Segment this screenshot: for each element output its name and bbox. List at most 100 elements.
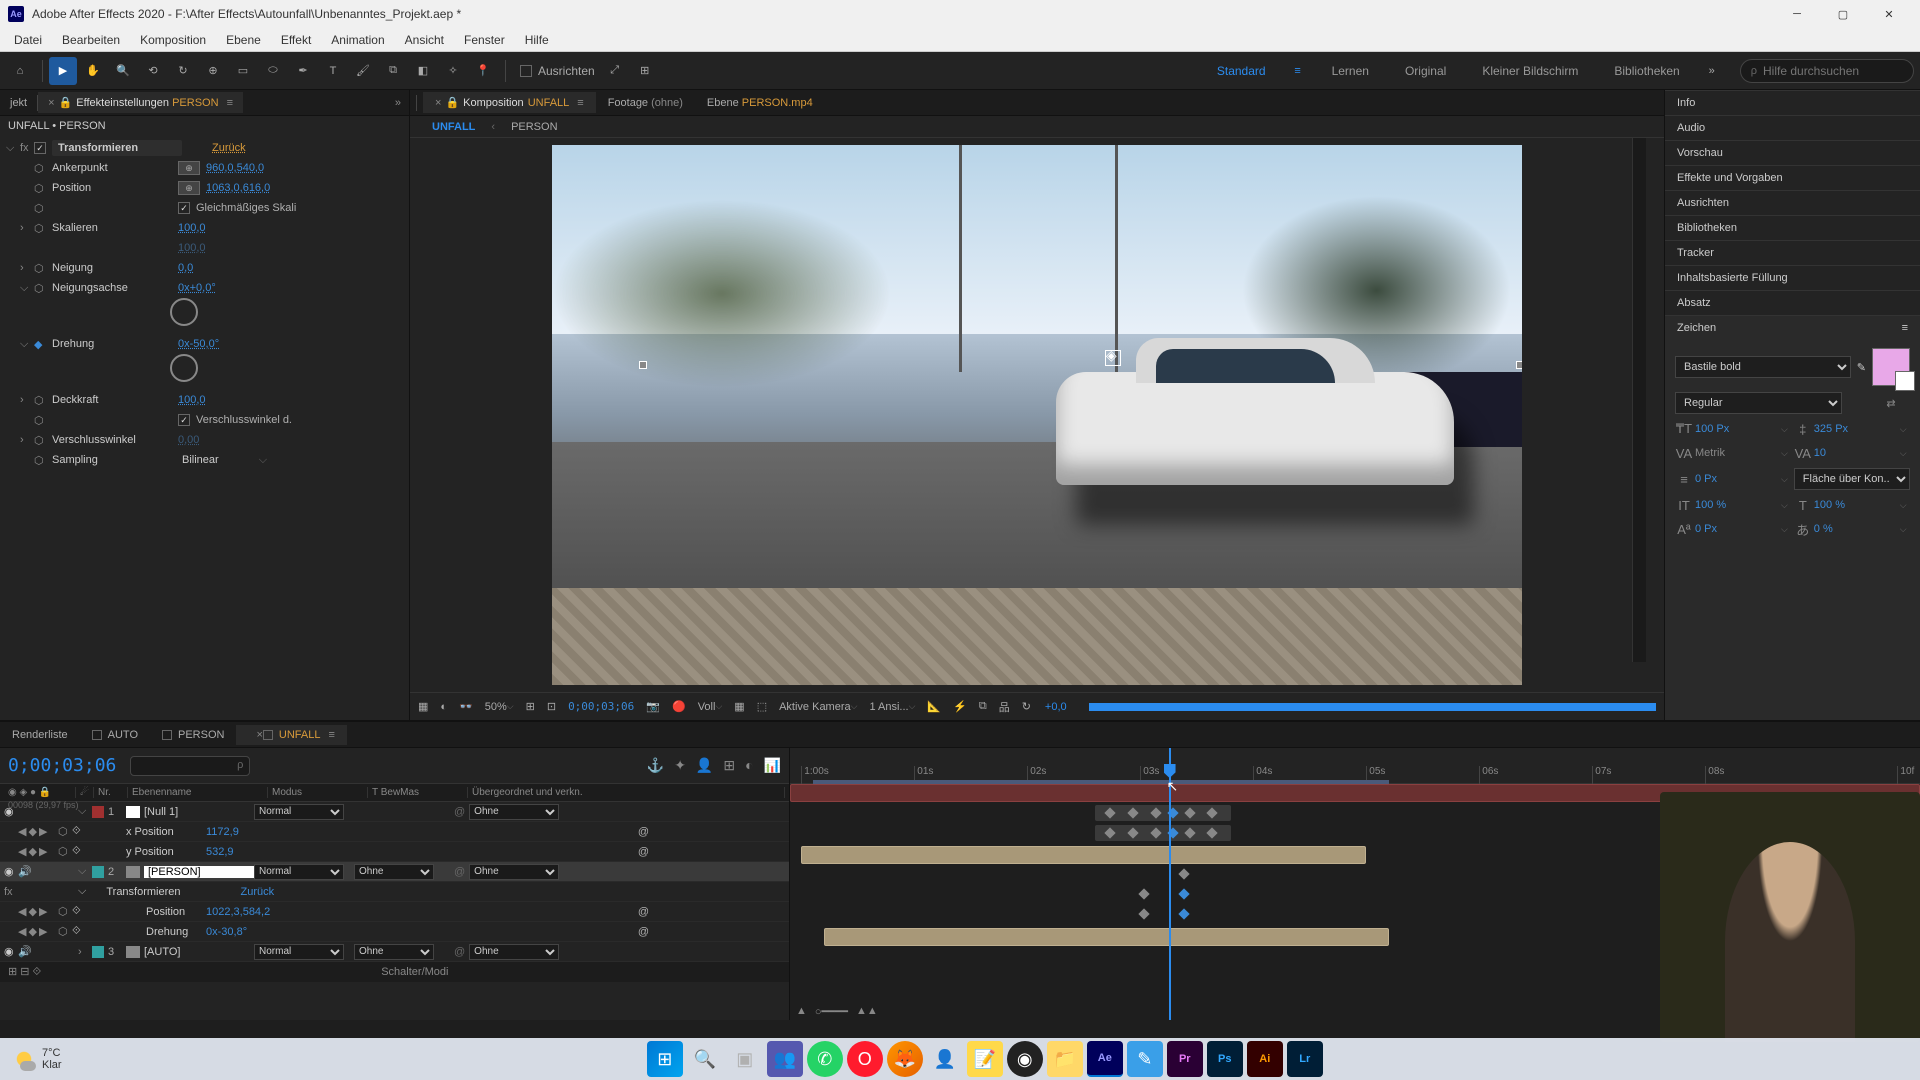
taskbar-search-icon[interactable]: 🔍 xyxy=(687,1041,723,1077)
anchor-point-marker[interactable] xyxy=(1105,350,1121,366)
tsume[interactable]: あ0 %⌵ xyxy=(1794,520,1907,538)
layer1-xpos[interactable]: ◀◆▶ ⬡⟐ x Position 1172,9 @ xyxy=(0,822,789,842)
prop-shutter-use[interactable]: ⬡ Verschlusswinkel d. xyxy=(0,410,409,430)
layer2-transform-group[interactable]: fx ⌵ Transformieren Zurück xyxy=(0,882,789,902)
prop-skew[interactable]: ›⬡ Neigung 0,0 xyxy=(0,258,409,278)
vertical-scale[interactable]: IT100 %⌵ xyxy=(1675,496,1788,514)
workspace-original[interactable]: Original xyxy=(1387,64,1464,78)
tab-unfall[interactable]: ×UNFALL≡ xyxy=(236,725,346,745)
panel-content-fill[interactable]: Inhaltsbasierte Füllung xyxy=(1665,265,1920,290)
fill-color-swatch[interactable] xyxy=(1872,348,1910,386)
prop-shutter[interactable]: ›⬡ Verschlusswinkel 0,00 xyxy=(0,430,409,450)
start-button[interactable]: ⊞ xyxy=(647,1041,683,1077)
toggle-switches-icon[interactable]: ⊞ ⊟ ⟐ xyxy=(8,965,41,979)
menu-animation[interactable]: Animation xyxy=(321,29,394,51)
prop-scale[interactable]: ›⬡ Skalieren 100,0 xyxy=(0,218,409,238)
layer-bar-2[interactable] xyxy=(801,846,1366,864)
alpha-icon[interactable]: ▦ xyxy=(418,700,428,713)
photoshop-icon[interactable]: Ps xyxy=(1207,1041,1243,1077)
keyframe-transform-marker[interactable] xyxy=(1178,868,1189,879)
snap-options-icon[interactable]: ⤢ xyxy=(601,57,629,85)
menu-window[interactable]: Fenster xyxy=(454,29,515,51)
transparency-icon[interactable]: ▦ xyxy=(734,700,744,713)
layer2-rotation[interactable]: ◀◆▶ ⬡⟐ Drehung 0x-30,8° @ xyxy=(0,922,789,942)
prop-skew-axis[interactable]: ⌵⬡ Neigungsachse 0x+0,0° xyxy=(0,278,409,298)
flowchart-icon[interactable]: 品 xyxy=(999,699,1010,715)
tracking[interactable]: VA10⌵ xyxy=(1794,444,1907,462)
font-size[interactable]: ₸T100 Px⌵ xyxy=(1675,420,1788,438)
menu-help[interactable]: Hilfe xyxy=(515,29,559,51)
type-tool-icon[interactable]: T xyxy=(319,57,347,85)
snap-edges-icon[interactable]: ⊞ xyxy=(631,57,659,85)
panel-character[interactable]: Zeichen≡ xyxy=(1665,315,1920,340)
expr-pickwhip-icon[interactable]: @ xyxy=(638,826,649,838)
draft3d-icon[interactable]: ✦ xyxy=(674,757,686,774)
orbit-tool-icon[interactable]: ⟲ xyxy=(139,57,167,85)
clone-tool-icon[interactable]: ⧉ xyxy=(379,57,407,85)
task-view-icon[interactable]: ▣ xyxy=(727,1041,763,1077)
layer-1[interactable]: ◉ ⌵ 1 [Null 1] Normal @Ohne xyxy=(0,802,789,822)
layer1-ypos[interactable]: ◀◆▶ ⬡⟐ y Position 532,9 @ xyxy=(0,842,789,862)
minimize-button[interactable]: ─ xyxy=(1774,0,1820,28)
home-icon[interactable]: ⌂ xyxy=(6,57,34,85)
eyedropper-icon[interactable]: ✎ xyxy=(1857,361,1866,374)
tab-person[interactable]: PERSON xyxy=(150,725,236,745)
tab-layer[interactable]: Ebene PERSON.mp4 xyxy=(695,93,825,113)
prop-anchor[interactable]: ⬡ Ankerpunkt ⊕ 960,0,540,0 xyxy=(0,158,409,178)
composition-viewer[interactable] xyxy=(410,138,1664,692)
swap-colors-icon[interactable]: ⇄ xyxy=(1872,397,1910,410)
app-icon[interactable]: 👤 xyxy=(927,1041,963,1077)
panel-info[interactable]: Info xyxy=(1665,90,1920,115)
selection-tool-icon[interactable]: ▶ xyxy=(49,57,77,85)
lightroom-icon[interactable]: Lr xyxy=(1287,1041,1323,1077)
after-effects-icon[interactable]: Ae xyxy=(1087,1041,1123,1077)
zoom-out-icon[interactable]: ▲ xyxy=(796,1005,807,1018)
workspace-menu-icon[interactable]: ≡ xyxy=(1284,57,1312,85)
tab-renderqueue[interactable]: Renderliste xyxy=(0,725,80,745)
prop-uniform-scale[interactable]: ⬡ Gleichmäßiges Skali xyxy=(0,198,409,218)
help-search[interactable]: ρ xyxy=(1740,59,1914,83)
illustrator-icon[interactable]: Ai xyxy=(1247,1041,1283,1077)
brush-tool-icon[interactable]: 🖌 xyxy=(349,57,377,85)
parent-select-1[interactable]: Ohne xyxy=(469,804,559,820)
tab-footage[interactable]: Footage (ohne) xyxy=(596,93,695,113)
panel-preview[interactable]: Vorschau xyxy=(1665,140,1920,165)
prev-kf-icon[interactable]: ◀ xyxy=(18,825,26,838)
pen-tool-icon[interactable]: ✒ xyxy=(289,57,317,85)
baseline-shift[interactable]: Aª0 Px⌵ xyxy=(1675,520,1788,538)
prop-rotation[interactable]: ⌵◆ Drehung 0x-50,0° xyxy=(0,334,409,354)
workspace-small[interactable]: Kleiner Bildschirm xyxy=(1464,64,1596,78)
explorer-icon[interactable]: 📁 xyxy=(1047,1041,1083,1077)
motion-blur-icon[interactable]: ◐ xyxy=(745,757,753,774)
mode-select-2[interactable]: Normal xyxy=(254,864,344,880)
3d-icon[interactable]: ⬚ xyxy=(757,700,767,713)
zoom-dropdown[interactable]: 50% xyxy=(485,701,514,713)
panel-tracker[interactable]: Tracker xyxy=(1665,240,1920,265)
camera-dropdown[interactable]: Aktive Kamera xyxy=(779,701,857,713)
horizontal-scale[interactable]: T100 %⌵ xyxy=(1794,496,1907,514)
eraser-tool-icon[interactable]: ◧ xyxy=(409,57,437,85)
menu-composition[interactable]: Komposition xyxy=(130,29,216,51)
graph-editor-icon[interactable]: 📊 xyxy=(764,757,781,774)
timeline-icon[interactable]: ⧉ xyxy=(979,700,987,713)
workspace-standard[interactable]: Standard xyxy=(1199,64,1284,78)
roto-tool-icon[interactable]: ✧ xyxy=(439,57,467,85)
font-style-dropdown[interactable]: Regular xyxy=(1675,392,1842,414)
menu-layer[interactable]: Ebene xyxy=(216,29,271,51)
workspace-learn[interactable]: Lernen xyxy=(1314,64,1387,78)
leading[interactable]: ‡325 Px⌵ xyxy=(1794,420,1907,438)
obs-icon[interactable]: ◉ xyxy=(1007,1041,1043,1077)
prop-scale2[interactable]: 100,0 xyxy=(0,238,409,258)
layer-bar-3[interactable] xyxy=(824,928,1389,946)
shy-icon[interactable]: 👤 xyxy=(696,757,713,774)
fast-preview-icon[interactable]: ⚡ xyxy=(953,700,967,713)
tab-project[interactable]: jekt xyxy=(0,93,37,113)
layer-2[interactable]: ◉🔊 ⌵ 2 [PERSON] Normal Ohne @Ohne xyxy=(0,862,789,882)
menu-edit[interactable]: Bearbeiten xyxy=(52,29,130,51)
tab-auto[interactable]: AUTO xyxy=(80,725,150,745)
fx-transform-header[interactable]: ⌵fx Transformieren Zurück xyxy=(0,138,409,158)
prop-opacity[interactable]: ›⬡ Deckkraft 100,0 xyxy=(0,390,409,410)
nested-tab-unfall[interactable]: UNFALL xyxy=(420,119,487,135)
help-search-input[interactable] xyxy=(1763,64,1903,78)
selection-handle-right[interactable] xyxy=(1516,361,1522,369)
